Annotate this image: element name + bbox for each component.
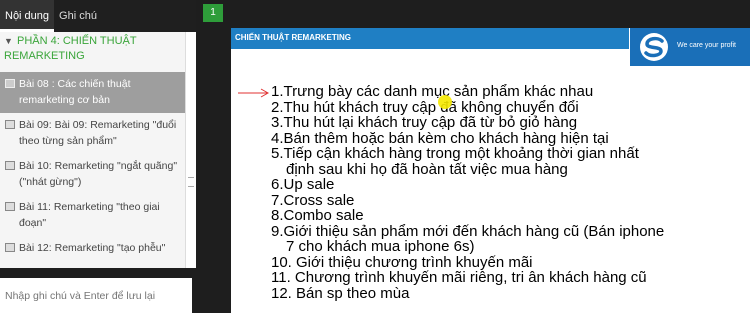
list-item: 9.Giới thiệu sản phẩm mới đến khách hàng… [271,222,665,255]
lesson-item[interactable]: Bài 08 : Các chiến thuật remarketing cơ … [0,72,185,113]
list-item: 12. Bán sp theo mùa [271,284,410,302]
slide-header: CHIẾN THUẬT REMARKETING We care your pro… [231,28,750,66]
lesson-scrollbar[interactable] [185,32,196,268]
cursor-highlight-icon [438,95,452,109]
list-item: 2.Thu hút khách truy cập đã không chuyển… [271,98,579,116]
logo-emblem-icon [640,33,668,61]
pointer-arrow-icon [238,88,270,98]
page-indicator[interactable]: 1 [203,4,223,22]
video-icon [5,120,15,129]
note-bar [0,268,196,313]
list-item: 7.Cross sale [271,191,355,209]
list-item: 4.Bán thêm hoặc bán kèm cho khách hàng h… [271,129,609,147]
lesson-label: Bài 10: Remarketing "ngắt quãng" ("nhát … [19,160,178,188]
list-item: 10. Giới thiệu chương trình khuyến mãi [271,253,533,271]
lesson-item[interactable]: Bài 12: Remarketing "tạo phễu" [0,236,185,261]
video-icon [5,202,15,211]
caret-down-icon: ▼ [4,36,13,46]
tab-notes[interactable]: Ghi chú [54,0,102,32]
list-item: 3.Thu hút lại khách truy cập đã từ bỏ gi… [271,114,578,131]
list-item: 8.Combo sale [271,207,364,224]
lesson-label: Bài 09: Bài 09: Remarketing "đuổi theo t… [19,119,177,147]
lesson-list: ▼ PHẦN 4: CHIẾN THUẬT REMARKETING Bài 08… [0,32,185,268]
lesson-label: Bài 12: Remarketing "tạo phễu" [19,242,166,254]
list-item: 11. Chương trình khuyến mãi riêng, tri â… [271,269,647,286]
scroll-grip-icon[interactable] [188,177,194,187]
tab-content[interactable]: Nội dung [0,0,55,32]
section-header[interactable]: ▼ PHẦN 4: CHIẾN THUẬT REMARKETING [0,32,185,72]
list-item: 6.Up sale [271,176,335,193]
lesson-sidebar: Nội dung Ghi chú ▼ PHẦN 4: CHIẾN THUẬT R… [0,0,196,313]
remarketing-strategy-list: 1.Trưng bày các danh mục sản phẩm khác n… [271,84,664,301]
lesson-item[interactable]: Bài 11: Remarketing "theo giai đoạn" [0,195,185,236]
slide-header-bar: CHIẾN THUẬT REMARKETING [231,28,629,49]
company-logo: We care your profit [630,28,750,66]
video-icon [5,79,15,88]
lesson-label: Bài 11: Remarketing "theo giai đoạn" [19,201,160,229]
lesson-item[interactable]: Bài 09: Bài 09: Remarketing "đuổi theo t… [0,113,185,154]
lesson-item[interactable]: Bài 10: Remarketing "ngắt quãng" ("nhát … [0,154,185,195]
list-item: 5.Tiếp cận khách hàng trong một khoảng t… [271,145,639,178]
slide-view: CHIẾN THUẬT REMARKETING We care your pro… [231,28,750,313]
list-item: 1.Trưng bày các danh mục sản phẩm khác n… [271,83,594,100]
note-input[interactable] [0,278,192,313]
lesson-label: Bài 08 : Các chiến thuật remarketing cơ … [19,78,131,106]
logo-tagline: We care your profit [677,42,737,49]
slide-header-title: CHIẾN THUẬT REMARKETING [235,33,351,42]
video-icon [5,161,15,170]
section-title: PHẦN 4: CHIẾN THUẬT REMARKETING [4,35,137,62]
video-icon [5,243,15,252]
sidebar-tabs: Nội dung Ghi chú [0,0,196,32]
